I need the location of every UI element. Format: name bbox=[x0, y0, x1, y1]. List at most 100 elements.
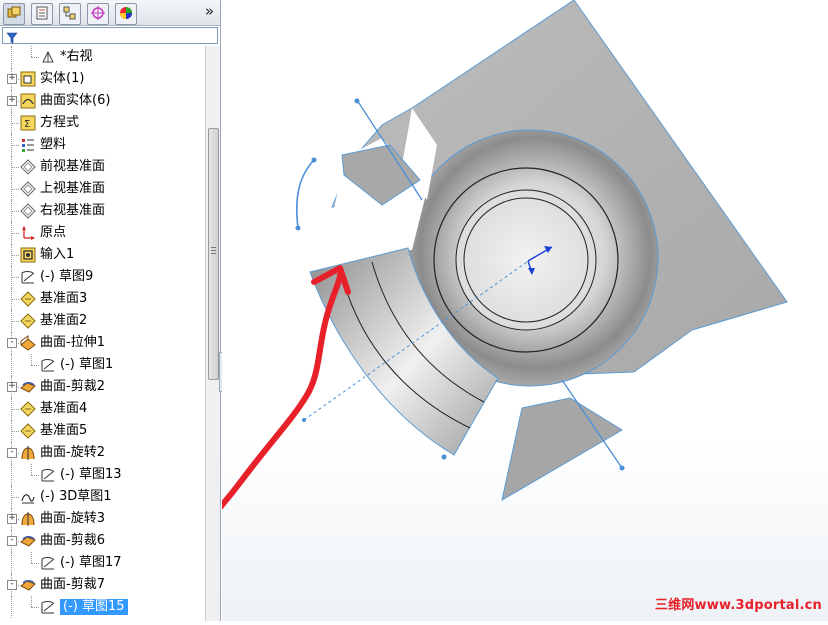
surface-extrude-icon bbox=[20, 335, 36, 351]
sketch-icon bbox=[40, 357, 56, 373]
ref-plane-icon bbox=[20, 313, 36, 329]
tree-item-label: (-) 草图9 bbox=[40, 269, 94, 284]
tree-item[interactable]: - 曲面-拉伸1 bbox=[0, 332, 205, 354]
tree-item-label: 基准面4 bbox=[40, 401, 88, 416]
configuration-manager-icon bbox=[63, 5, 77, 24]
surface-revolve-icon bbox=[20, 511, 36, 527]
tree-item[interactable]: 右视基准面 bbox=[0, 200, 205, 222]
material-icon bbox=[20, 137, 36, 153]
tree-item[interactable]: 前视基准面 bbox=[0, 156, 205, 178]
view-orientation-icon bbox=[40, 49, 56, 65]
tree-filter-input[interactable] bbox=[2, 27, 218, 44]
tree-item[interactable]: + 曲面实体(6) bbox=[0, 90, 205, 112]
tree-item-label: 方程式 bbox=[40, 115, 80, 130]
sketch-icon bbox=[40, 555, 56, 571]
imported-icon bbox=[20, 247, 36, 263]
tree-item-label: (-) 3D草图1 bbox=[40, 489, 112, 504]
tree-item[interactable]: (-) 草图17 bbox=[0, 552, 205, 574]
feature-manager-tab[interactable] bbox=[3, 3, 25, 25]
ref-plane-icon bbox=[20, 291, 36, 307]
plane-icon bbox=[20, 203, 36, 219]
configuration-manager-tab[interactable] bbox=[59, 3, 81, 25]
display-manager-icon bbox=[119, 5, 133, 24]
tree-item-label: 基准面2 bbox=[40, 313, 88, 328]
lower-wedge-surface[interactable] bbox=[501, 397, 623, 502]
plane-icon bbox=[20, 159, 36, 175]
sketch-point[interactable] bbox=[441, 454, 447, 460]
tree-item[interactable]: 输入1 bbox=[0, 244, 205, 266]
sketch-icon bbox=[20, 269, 36, 285]
tree-item[interactable]: (-) 草图15 bbox=[0, 596, 205, 618]
tree-item[interactable]: - 曲面-剪裁6 bbox=[0, 530, 205, 552]
graphics-viewport[interactable]: 三维网www.3dportal.cn bbox=[137, 0, 828, 621]
panel-tab-bar: » bbox=[0, 0, 220, 26]
svg-text:Σ: Σ bbox=[24, 119, 30, 130]
expand-toggle[interactable]: + bbox=[7, 74, 17, 84]
more-tabs-button[interactable]: » bbox=[205, 2, 214, 20]
tree-item[interactable]: + 实体(1) bbox=[0, 68, 205, 90]
model-view[interactable] bbox=[137, 0, 828, 621]
dimxpert-icon bbox=[91, 5, 105, 24]
tree-item-label: 曲面-旋转2 bbox=[40, 445, 105, 460]
tree-item-label: 基准面3 bbox=[40, 291, 88, 306]
tree-item[interactable]: + 曲面-旋转3 bbox=[0, 508, 205, 530]
sketch-point[interactable] bbox=[619, 465, 625, 471]
solid-bodies-icon bbox=[20, 71, 36, 87]
tree-item-label: 曲面-剪裁6 bbox=[40, 533, 105, 548]
tree-scrollbar[interactable] bbox=[205, 46, 220, 621]
tree-item[interactable]: 基准面3 bbox=[0, 288, 205, 310]
expand-toggle[interactable]: + bbox=[7, 96, 17, 106]
tree-item[interactable]: 上视基准面 bbox=[0, 178, 205, 200]
tree-item[interactable]: 塑料 bbox=[0, 134, 205, 156]
tree-item[interactable]: 基准面2 bbox=[0, 310, 205, 332]
tree-item-label: 曲面-旋转3 bbox=[40, 511, 105, 526]
tree-item[interactable]: 原点 bbox=[0, 222, 205, 244]
scrollbar-thumb[interactable] bbox=[208, 128, 219, 380]
display-manager-tab[interactable] bbox=[115, 3, 137, 25]
site-watermark: 三维网www.3dportal.cn bbox=[654, 598, 822, 613]
tree-item[interactable]: - 曲面-旋转2 bbox=[0, 442, 205, 464]
sketch-point[interactable] bbox=[302, 418, 306, 422]
red-annotation-arrow bbox=[137, 272, 343, 581]
tree-item-label: (-) 草图17 bbox=[60, 555, 122, 570]
dimxpert-tab[interactable] bbox=[87, 3, 109, 25]
expand-toggle[interactable]: + bbox=[7, 382, 17, 392]
ref-plane-icon bbox=[20, 401, 36, 417]
origin-icon bbox=[20, 225, 36, 241]
plane-icon bbox=[20, 181, 36, 197]
tree-item[interactable]: (-) 草图1 bbox=[0, 354, 205, 376]
tree-item[interactable]: + 曲面-剪裁2 bbox=[0, 376, 205, 398]
surface-trim-icon bbox=[20, 379, 36, 395]
sketch-point[interactable] bbox=[354, 98, 360, 104]
tree-item[interactable]: (-) 草图9 bbox=[0, 266, 205, 288]
tree-item[interactable]: 基准面5 bbox=[0, 420, 205, 442]
expand-toggle[interactable]: + bbox=[7, 514, 17, 524]
sketch-icon bbox=[40, 467, 56, 483]
tree-item-label: (-) 草图15 bbox=[60, 599, 128, 615]
inner-floor bbox=[455, 189, 597, 331]
tree-item[interactable]: Σ 方程式 bbox=[0, 112, 205, 134]
tree-item[interactable]: (-) 3D草图1 bbox=[0, 486, 205, 508]
feature-manager-panel: » *右视 + 实体(1) + 曲面实体(6) Σ 方程式塑料前视基准面上视基准面 右视基准面… bbox=[0, 0, 221, 621]
collapse-toggle[interactable]: - bbox=[7, 536, 17, 546]
tree-item-label: (-) 草图1 bbox=[60, 357, 114, 372]
tree-item-label: 实体(1) bbox=[40, 71, 85, 86]
collapse-toggle[interactable]: - bbox=[7, 338, 17, 348]
ref-plane-icon bbox=[20, 423, 36, 439]
sketch-arc-line[interactable] bbox=[295, 159, 315, 229]
tree-item[interactable]: - 曲面-剪裁7 bbox=[0, 574, 205, 596]
sketch-point[interactable] bbox=[295, 225, 301, 231]
surface-revolve-icon bbox=[20, 445, 36, 461]
collapse-toggle[interactable]: - bbox=[7, 448, 17, 458]
tree-item[interactable]: 基准面4 bbox=[0, 398, 205, 420]
surface-trim-icon bbox=[20, 577, 36, 593]
tree-item-label: 输入1 bbox=[40, 247, 75, 262]
property-manager-tab[interactable] bbox=[31, 3, 53, 25]
sketch-point[interactable] bbox=[311, 157, 317, 163]
tree-item-label: 前视基准面 bbox=[40, 159, 106, 174]
tree-item[interactable]: *右视 bbox=[0, 46, 205, 68]
tree-item-label: 曲面-剪裁2 bbox=[40, 379, 105, 394]
tree-item[interactable]: (-) 草图13 bbox=[0, 464, 205, 486]
surface-bodies-icon bbox=[20, 93, 36, 109]
collapse-toggle[interactable]: - bbox=[7, 580, 17, 590]
